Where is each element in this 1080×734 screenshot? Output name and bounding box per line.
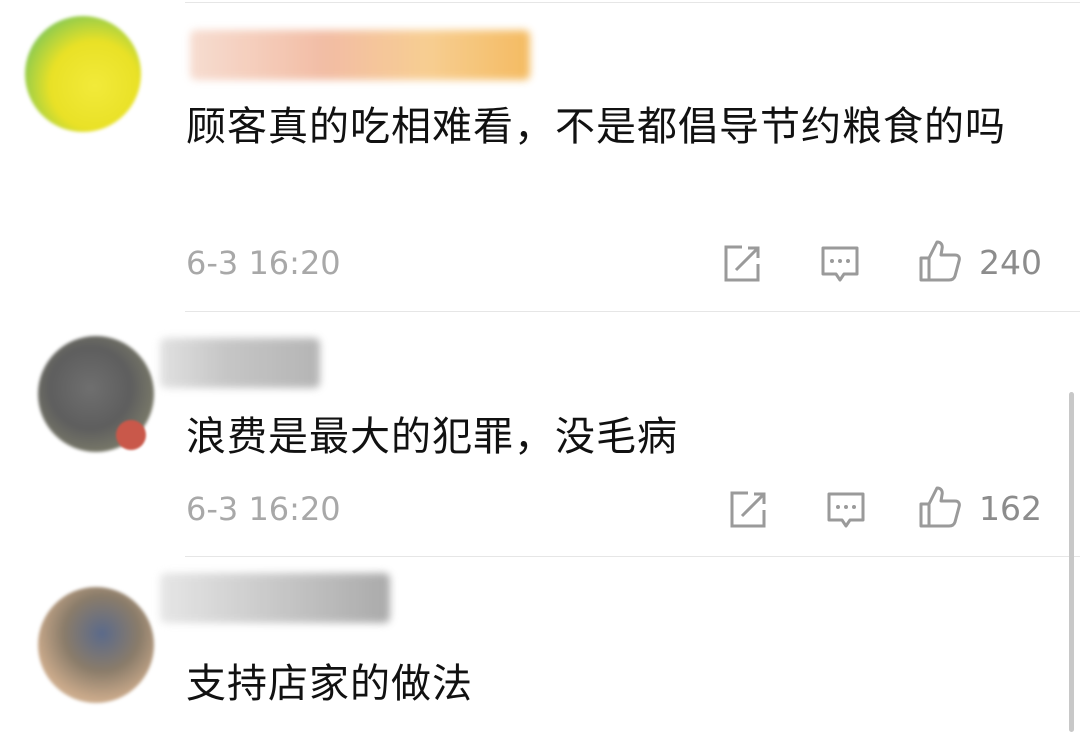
comment-item: 顾客真的吃相难看，不是都倡导节约粮食的吗 6-3 16:20 240 xyxy=(0,0,1080,312)
share-icon[interactable] xyxy=(726,488,770,532)
avatar-badge xyxy=(116,420,146,450)
like-count: 240 xyxy=(979,243,1042,282)
thumbs-up-icon xyxy=(917,484,963,534)
avatar[interactable] xyxy=(38,587,154,703)
thumbs-up-icon xyxy=(917,238,963,288)
comment-meta: 6-3 16:20 xyxy=(186,238,1042,288)
comment-icon[interactable] xyxy=(818,242,862,286)
comment-meta: 6-3 16:20 xyxy=(186,484,1042,534)
scrollbar[interactable] xyxy=(1069,392,1074,732)
comment-feed: 顾客真的吃相难看，不是都倡导节约粮食的吗 6-3 16:20 240 浪费是最大… xyxy=(0,0,1080,734)
username-redacted[interactable] xyxy=(160,338,320,388)
comment-timestamp: 6-3 16:20 xyxy=(186,490,341,528)
username-redacted[interactable] xyxy=(190,30,530,80)
like-count: 162 xyxy=(979,489,1042,528)
username-redacted[interactable] xyxy=(160,573,390,623)
comment-timestamp: 6-3 16:20 xyxy=(186,244,341,282)
comment-item: 浪费是最大的犯罪，没毛病 6-3 16:20 162 xyxy=(0,312,1080,557)
comment-item: 支持店家的做法 xyxy=(0,557,1080,734)
avatar[interactable] xyxy=(25,16,141,132)
comment-text: 支持店家的做法 xyxy=(186,661,473,707)
comment-icon[interactable] xyxy=(824,488,868,532)
comment-text: 顾客真的吃相难看，不是都倡导节约粮食的吗 xyxy=(186,104,1006,150)
like-button[interactable]: 162 xyxy=(917,484,1042,534)
comment-text: 浪费是最大的犯罪，没毛病 xyxy=(186,414,678,460)
share-icon[interactable] xyxy=(720,242,764,286)
like-button[interactable]: 240 xyxy=(917,238,1042,288)
